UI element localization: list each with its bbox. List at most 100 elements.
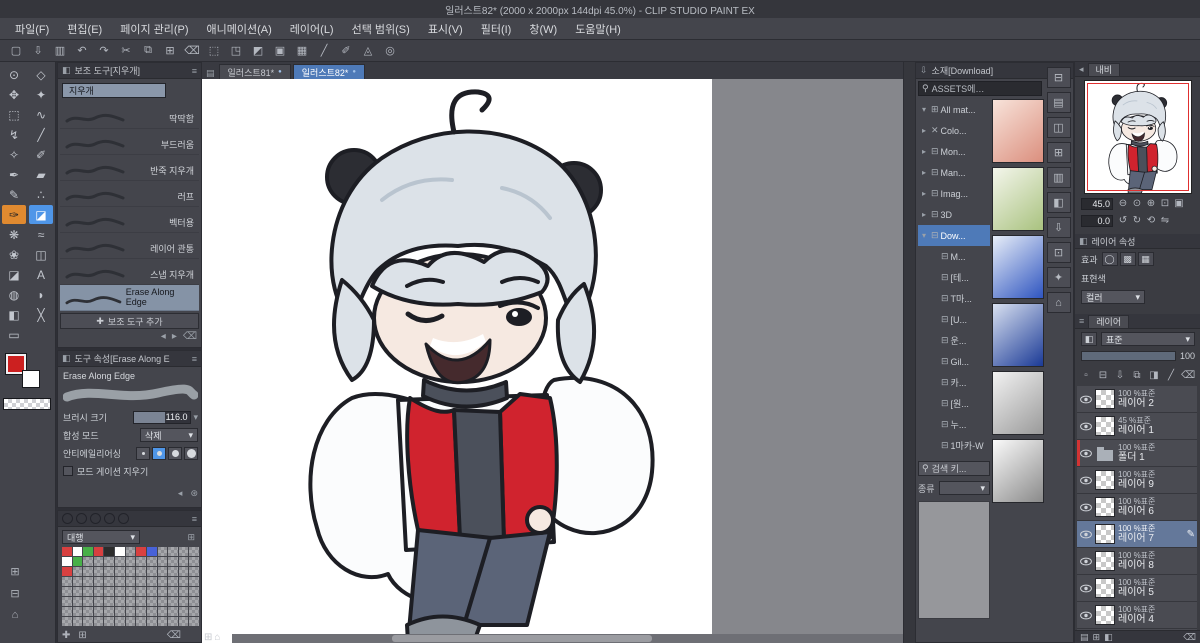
menu-item[interactable]: 선택 범위(S) bbox=[343, 18, 419, 39]
materials-tree-item[interactable]: ⊟ 카... bbox=[918, 372, 990, 393]
navigator-zoom-button[interactable]: ⊙ bbox=[1130, 198, 1144, 209]
layer-toolbar-button[interactable]: ⊟ bbox=[1096, 368, 1110, 382]
sub-tool-item[interactable]: 레이어 관통 bbox=[60, 233, 199, 259]
canvas-horizontal-scrollbar[interactable] bbox=[232, 634, 904, 643]
command-button[interactable]: ◩ bbox=[248, 42, 268, 60]
palette-cell[interactable] bbox=[62, 547, 72, 556]
layer-visibility-eye-icon[interactable] bbox=[1079, 422, 1092, 431]
menu-item[interactable]: 파일(F) bbox=[6, 18, 58, 39]
tool-button[interactable]: ▰ bbox=[29, 165, 53, 184]
tool-button[interactable]: ▭ bbox=[2, 325, 26, 344]
navigator-zoom-button[interactable]: ▣ bbox=[1172, 198, 1186, 209]
layer-row[interactable]: 100 %표준 폴더 1 ✎ bbox=[1077, 440, 1197, 467]
material-thumbnail[interactable] bbox=[992, 371, 1044, 435]
materials-tree-item[interactable]: ⊟ M... bbox=[918, 246, 990, 267]
navigator-tab[interactable]: 내비 bbox=[1087, 62, 1121, 76]
navigator-rotate-button[interactable]: ⇋ bbox=[1158, 215, 1172, 226]
command-button[interactable]: ⬚ bbox=[204, 42, 224, 60]
layer-blend-select[interactable]: 표준 ▾ bbox=[1101, 332, 1195, 346]
materials-side-button[interactable]: ⌂ bbox=[1046, 292, 1071, 313]
palette-cell[interactable] bbox=[189, 617, 199, 626]
tool-button[interactable]: ✥ bbox=[2, 85, 26, 104]
tool-button[interactable]: ◪ bbox=[2, 265, 26, 284]
palette-cell[interactable] bbox=[189, 597, 199, 606]
layer-visibility-eye-icon[interactable] bbox=[1079, 395, 1092, 404]
sub-tool-item[interactable]: 러프 bbox=[60, 181, 199, 207]
palette-cell[interactable] bbox=[72, 557, 83, 566]
command-button[interactable]: ⊞ bbox=[160, 42, 180, 60]
menu-item[interactable]: 애니메이션(A) bbox=[198, 18, 281, 39]
materials-tree-item[interactable]: ▾ ⊟ Dow... bbox=[918, 225, 990, 246]
palette-cell[interactable] bbox=[168, 547, 178, 556]
palette-replace-icon[interactable]: ⊞ bbox=[78, 630, 86, 641]
command-button[interactable]: ⌫ bbox=[182, 42, 202, 60]
layer-row[interactable]: 45 %표준 레이어 1 ✎ bbox=[1077, 413, 1197, 440]
palette-cell[interactable] bbox=[146, 587, 157, 596]
navigator-rotate-button[interactable]: ⟲ bbox=[1144, 215, 1158, 226]
strip-button[interactable]: ⊞ bbox=[4, 562, 26, 580]
palette-cell[interactable] bbox=[168, 567, 178, 576]
tool-button[interactable]: ◗ bbox=[29, 285, 53, 304]
sub-tool-item[interactable]: 부드러움 bbox=[60, 129, 199, 155]
palette-cell[interactable] bbox=[168, 597, 178, 606]
subtool-trash-icon[interactable]: ⌫ bbox=[183, 331, 197, 342]
palette-cell[interactable] bbox=[93, 577, 104, 586]
effect-button[interactable]: ▩ bbox=[1119, 252, 1136, 266]
tool-button[interactable]: ✑ bbox=[2, 205, 26, 224]
palette-cell[interactable] bbox=[146, 577, 157, 586]
tool-button[interactable]: ╱ bbox=[29, 125, 53, 144]
tool-button[interactable]: ✦ bbox=[29, 85, 53, 104]
palette-cell[interactable] bbox=[72, 587, 83, 596]
layer-toolbar-button[interactable]: ▫ bbox=[1079, 368, 1093, 382]
expression-color-select[interactable]: 컬러 ▾ bbox=[1081, 290, 1145, 304]
tool-button[interactable]: ◍ bbox=[2, 285, 26, 304]
palette-cell[interactable] bbox=[83, 567, 93, 576]
layers-bottom-trash-icon[interactable]: ⌫ bbox=[1183, 632, 1196, 643]
layer-visibility-eye-icon[interactable] bbox=[1079, 584, 1092, 593]
palette-cell[interactable] bbox=[189, 547, 199, 556]
palette-cell[interactable] bbox=[93, 557, 104, 566]
tool-button[interactable]: ↯ bbox=[2, 125, 26, 144]
palette-cell[interactable] bbox=[62, 557, 72, 566]
strip-button[interactable]: ⌂ bbox=[4, 606, 26, 624]
effect-button[interactable]: ◯ bbox=[1101, 252, 1118, 266]
materials-side-button[interactable]: ◧ bbox=[1046, 192, 1071, 213]
materials-side-button[interactable]: ◫ bbox=[1046, 117, 1071, 138]
brush-size-input[interactable]: 116.0 bbox=[133, 410, 192, 424]
layers-bottom-frame-icon[interactable]: ◧ bbox=[1104, 632, 1113, 643]
layers-tab[interactable]: 레이어 bbox=[1088, 314, 1130, 328]
materials-tree-item[interactable]: ⊟ Gil... bbox=[918, 351, 990, 372]
palette-cell[interactable] bbox=[125, 607, 136, 616]
menu-item[interactable]: 창(W) bbox=[520, 18, 566, 39]
materials-side-button[interactable]: ⊡ bbox=[1046, 242, 1071, 263]
palette-cell[interactable] bbox=[189, 567, 199, 576]
antialias-weak-button[interactable] bbox=[152, 446, 166, 460]
materials-side-button[interactable]: ⊞ bbox=[1046, 142, 1071, 163]
palette-cell[interactable] bbox=[136, 597, 146, 606]
palette-cell[interactable] bbox=[62, 597, 72, 606]
palette-cell[interactable] bbox=[62, 607, 72, 616]
palette-cell[interactable] bbox=[157, 557, 168, 566]
materials-tree-item[interactable]: ⊟ [원... bbox=[918, 393, 990, 414]
wrench-icon[interactable]: ⊛ bbox=[190, 488, 198, 499]
panel-menu-icon[interactable]: ≡ bbox=[192, 66, 197, 76]
zoom-value-input[interactable]: 45.0 bbox=[1081, 197, 1113, 210]
tool-button[interactable]: ≈ bbox=[29, 225, 53, 244]
palette-cell[interactable] bbox=[72, 597, 83, 606]
navigator-rotate-button[interactable]: ↺ bbox=[1116, 215, 1130, 226]
command-button[interactable]: ↶ bbox=[72, 42, 92, 60]
antialias-strong-button[interactable] bbox=[184, 446, 198, 460]
material-thumbnail[interactable] bbox=[992, 235, 1044, 299]
tree-expand-icon[interactable]: ▸ bbox=[922, 189, 929, 198]
palette-cell[interactable] bbox=[146, 557, 157, 566]
layer-visibility-eye-icon[interactable] bbox=[1079, 557, 1092, 566]
sub-tool-group-eraser[interactable]: 지우개 bbox=[62, 83, 166, 98]
palette-cell[interactable] bbox=[125, 587, 136, 596]
layer-row[interactable]: 100 %표준 레이어 7 ✎ bbox=[1077, 521, 1197, 548]
effect-button[interactable]: ▦ bbox=[1137, 252, 1154, 266]
palette-cell[interactable] bbox=[157, 587, 168, 596]
strip-button[interactable]: ⊟ bbox=[4, 584, 26, 602]
palette-cell[interactable] bbox=[115, 547, 125, 556]
command-button[interactable]: ▦ bbox=[292, 42, 312, 60]
materials-tree-item[interactable]: ▸ ⊟ Man... bbox=[918, 162, 990, 183]
